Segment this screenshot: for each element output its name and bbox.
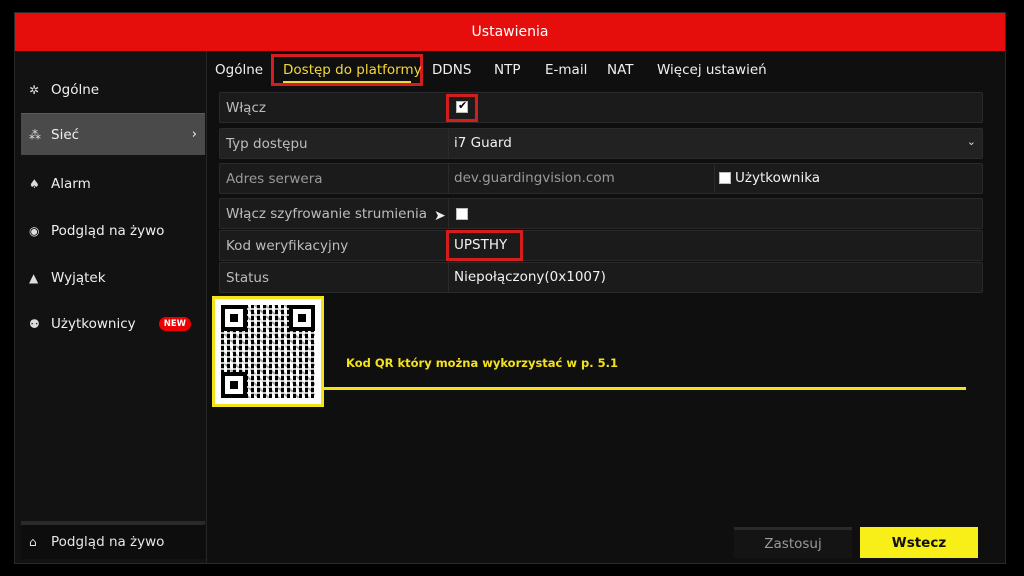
sidebar-item-live-view[interactable]: ◉ Podgląd na żywo — [21, 210, 205, 252]
eye-icon: ◉ — [29, 224, 40, 238]
user-option: Użytkownika — [714, 164, 982, 193]
tab-general[interactable]: Ogólne — [215, 62, 263, 78]
row-divider — [448, 263, 449, 292]
server-address-value: dev.guardingvision.com — [454, 170, 615, 186]
sidebar-item-label: Ogólne — [51, 82, 100, 98]
home-icon: ⌂ — [29, 535, 37, 549]
network-icon: ⁂ — [29, 127, 41, 142]
status-label: Status — [226, 270, 270, 286]
sidebar: ✲ Ogólne ⁂ Sieć › ♠ Alarm ◉ Podgląd na ż… — [15, 51, 207, 563]
row-stream-encryption: Włącz szyfrowanie strumienia — [219, 198, 983, 229]
tab-nat[interactable]: NAT — [607, 62, 634, 78]
enable-label: Włącz — [226, 100, 266, 116]
sidebar-item-alarm[interactable]: ♠ Alarm — [21, 163, 205, 205]
tab-email[interactable]: E-mail — [545, 62, 587, 78]
sidebar-item-label: Alarm — [51, 176, 91, 192]
stream-encryption-label: Włącz szyfrowanie strumienia — [226, 206, 428, 222]
active-tab-underline — [283, 81, 411, 83]
qr-code-frame — [212, 296, 324, 407]
sidebar-item-network[interactable]: ⁂ Sieć › — [21, 113, 205, 155]
row-divider — [448, 199, 449, 228]
sidebar-item-general[interactable]: ✲ Ogólne — [21, 69, 205, 111]
sidebar-bottom-live-view[interactable]: ⌂ Podgląd na żywo — [21, 521, 205, 559]
verification-code-label: Kod weryfikacyjny — [226, 238, 349, 254]
sidebar-item-label: Wyjątek — [51, 270, 106, 286]
sidebar-item-label: Użytkownicy — [51, 316, 136, 332]
warning-icon: ▲ — [29, 271, 39, 285]
tab-ddns[interactable]: DDNS — [432, 62, 471, 78]
sidebar-bottom-label: Podgląd na żywo — [51, 534, 165, 550]
server-address-label: Adres serwera — [226, 171, 323, 187]
window-title: Ustawienia — [15, 13, 1005, 51]
sidebar-item-users[interactable]: ⚉ Użytkownicy NEW — [21, 303, 205, 345]
row-server-address: Adres serwera dev.guardingvision.com Uży… — [219, 163, 983, 194]
qr-code-icon — [221, 305, 315, 398]
tab-platform-access[interactable]: Dostęp do platformy — [283, 62, 422, 78]
stream-encryption-checkbox[interactable] — [456, 208, 468, 220]
row-divider — [448, 129, 449, 158]
row-divider — [448, 164, 449, 193]
tab-ntp[interactable]: NTP — [494, 62, 521, 78]
row-access-type[interactable]: Typ dostępu i7 Guard ⌄ — [219, 128, 983, 159]
sidebar-item-label: Sieć — [51, 126, 80, 143]
access-type-select[interactable]: i7 Guard — [454, 135, 512, 151]
highlight-box-verification — [446, 230, 523, 261]
user-checkbox[interactable] — [719, 172, 731, 184]
mouse-cursor-icon: ➤ — [434, 208, 446, 224]
apply-button[interactable]: Zastosuj — [734, 527, 852, 558]
user-option-label: Użytkownika — [735, 170, 821, 186]
highlight-box-enable — [446, 94, 478, 122]
row-verification-code: Kod weryfikacyjny UPSTHY — [219, 230, 983, 261]
status-value: Niepołączony(0x1007) — [454, 269, 606, 285]
tab-more-settings[interactable]: Więcej ustawień — [657, 62, 767, 78]
row-status: Status Niepołączony(0x1007) — [219, 262, 983, 293]
tab-bar: Ogólne Dostęp do platformy DDNS NTP E-ma… — [207, 53, 1005, 89]
chevron-down-icon: ⌄ — [966, 135, 976, 148]
gear-icon: ✲ — [29, 83, 40, 97]
new-badge: NEW — [158, 317, 191, 331]
row-enable: Włącz — [219, 92, 983, 123]
qr-caption: Kod QR który można wykorzystać w p. 5.1 — [346, 356, 618, 370]
back-button[interactable]: Wstecz — [860, 527, 978, 558]
chevron-right-icon: › — [191, 127, 197, 142]
bell-icon: ♠ — [29, 177, 40, 191]
access-type-label: Typ dostępu — [226, 136, 308, 152]
annotation-line — [324, 387, 966, 390]
users-icon: ⚉ — [29, 317, 40, 331]
sidebar-item-label: Podgląd na żywo — [51, 223, 165, 239]
sidebar-item-exception[interactable]: ▲ Wyjątek — [21, 257, 205, 299]
